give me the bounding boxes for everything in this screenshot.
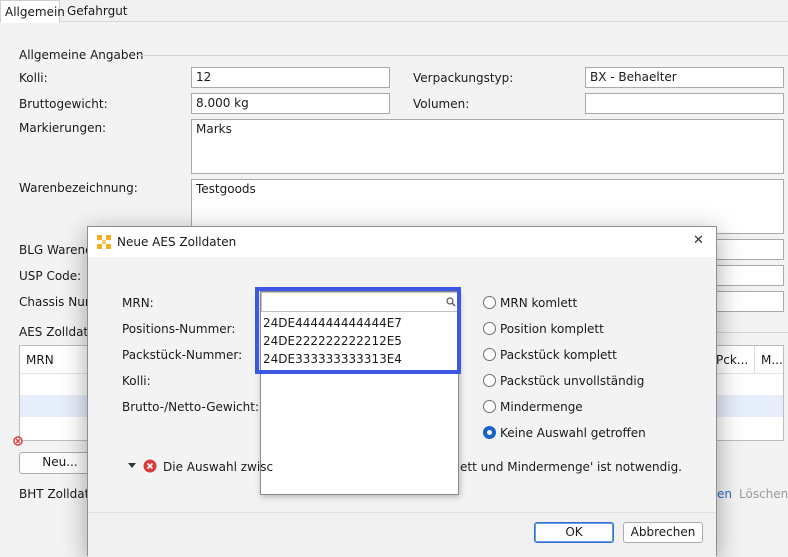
error-indicator-icon <box>13 436 23 446</box>
bht-label: BHT Zolldate <box>19 487 97 501</box>
volumen-input[interactable] <box>585 93 784 114</box>
chassis-input[interactable] <box>712 291 784 312</box>
section-title: Allgemeine Angaben <box>19 48 144 62</box>
radio-mindermenge[interactable] <box>483 400 496 413</box>
radio-label[interactable]: Position komplett <box>500 322 604 336</box>
radio-label[interactable]: Packstück komplett <box>500 348 617 362</box>
aes-section-title: AES Zolldate <box>19 325 96 339</box>
kolli-label: Kolli: <box>122 374 151 388</box>
ok-button[interactable]: OK <box>534 522 614 543</box>
close-icon[interactable]: ✕ <box>693 234 704 248</box>
volumen-label: Volumen: <box>413 97 470 111</box>
usp-label: USP Code: <box>19 269 82 283</box>
cancel-button[interactable]: Abbrechen <box>623 522 703 543</box>
error-message-end: ett und Mindermenge' ist notwendig. <box>460 460 682 474</box>
radio-packstueck-unvollstaendig[interactable] <box>483 374 496 387</box>
waren-label: Warenbezeichnung: <box>19 181 138 195</box>
app-logo-icon <box>97 235 111 249</box>
radio-label[interactable]: MRN komlett <box>500 296 577 310</box>
radio-position-komplett[interactable] <box>483 322 496 335</box>
radio-packstueck-komplett[interactable] <box>483 348 496 361</box>
positions-label: Positions-Nummer: <box>122 322 236 336</box>
verpackung-input[interactable]: BX - Behaelter <box>585 67 784 88</box>
markierungen-label: Markierungen: <box>19 121 107 135</box>
chassis-label: Chassis Num <box>19 295 97 309</box>
dialog-title: Neue AES Zolldaten <box>117 235 237 249</box>
radio-label[interactable]: Keine Auswahl getroffen <box>500 426 646 440</box>
mrn-label: MRN: <box>122 296 154 310</box>
markierungen-textarea[interactable]: Marks <box>191 119 784 174</box>
tab-strip: Allgemein Gefahrgut <box>0 0 788 23</box>
error-message-start: Die Auswahl zwisc <box>163 460 274 474</box>
brutto-label: Bruttogewicht: <box>19 97 108 111</box>
kolli-label: Kolli: <box>19 71 48 85</box>
radio-mrn-komlett[interactable] <box>483 296 496 309</box>
gewicht-label: Brutto-/Netto-Gewicht: <box>122 400 260 414</box>
section-divider <box>136 55 788 56</box>
highlight-box <box>255 287 461 374</box>
usp-input[interactable] <box>712 265 784 286</box>
dialog-footer: OK Abbrechen <box>88 512 716 557</box>
blg-input[interactable] <box>712 239 784 260</box>
error-icon <box>143 459 157 473</box>
packstueck-label: Packstück-Nummer: <box>122 348 243 362</box>
delete-link[interactable]: Löschen <box>739 487 788 501</box>
column-header-m[interactable]: M... <box>755 346 784 373</box>
aes-section-divider <box>712 332 788 333</box>
tab-gefahrgut[interactable]: Gefahrgut <box>63 0 133 22</box>
column-header-mrn[interactable]: MRN <box>20 346 90 373</box>
chevron-down-icon[interactable] <box>128 463 136 469</box>
aes-dialog: Neue AES Zolldaten ✕ MRN: Positions-Numm… <box>87 226 717 557</box>
radio-label[interactable]: Mindermenge <box>500 400 583 414</box>
partial-link[interactable]: en <box>717 487 732 501</box>
verpackung-label: Verpackungstyp: <box>413 71 514 85</box>
tab-allgemein[interactable]: Allgemein <box>0 0 65 23</box>
brutto-input[interactable]: 8.000 kg <box>191 93 390 114</box>
kolli-input[interactable]: 12 <box>191 67 390 88</box>
radio-keine-auswahl[interactable] <box>483 426 496 439</box>
radio-label[interactable]: Packstück unvollständig <box>500 374 644 388</box>
dialog-titlebar: Neue AES Zolldaten ✕ <box>88 227 716 257</box>
